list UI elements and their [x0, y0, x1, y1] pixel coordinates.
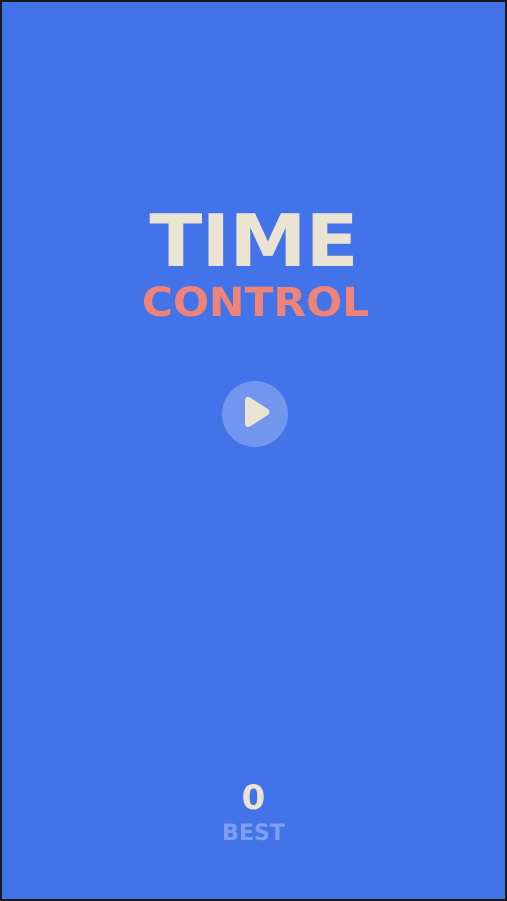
- play-icon: [245, 397, 270, 427]
- best-score-label: BEST: [222, 821, 285, 846]
- best-score-value: 0: [241, 778, 266, 818]
- play-button[interactable]: [222, 381, 288, 447]
- game-screen: TIME CONTROL 0 BEST: [0, 0, 507, 901]
- game-title-time: TIME: [149, 199, 358, 283]
- game-title-control: CONTROL: [141, 280, 370, 326]
